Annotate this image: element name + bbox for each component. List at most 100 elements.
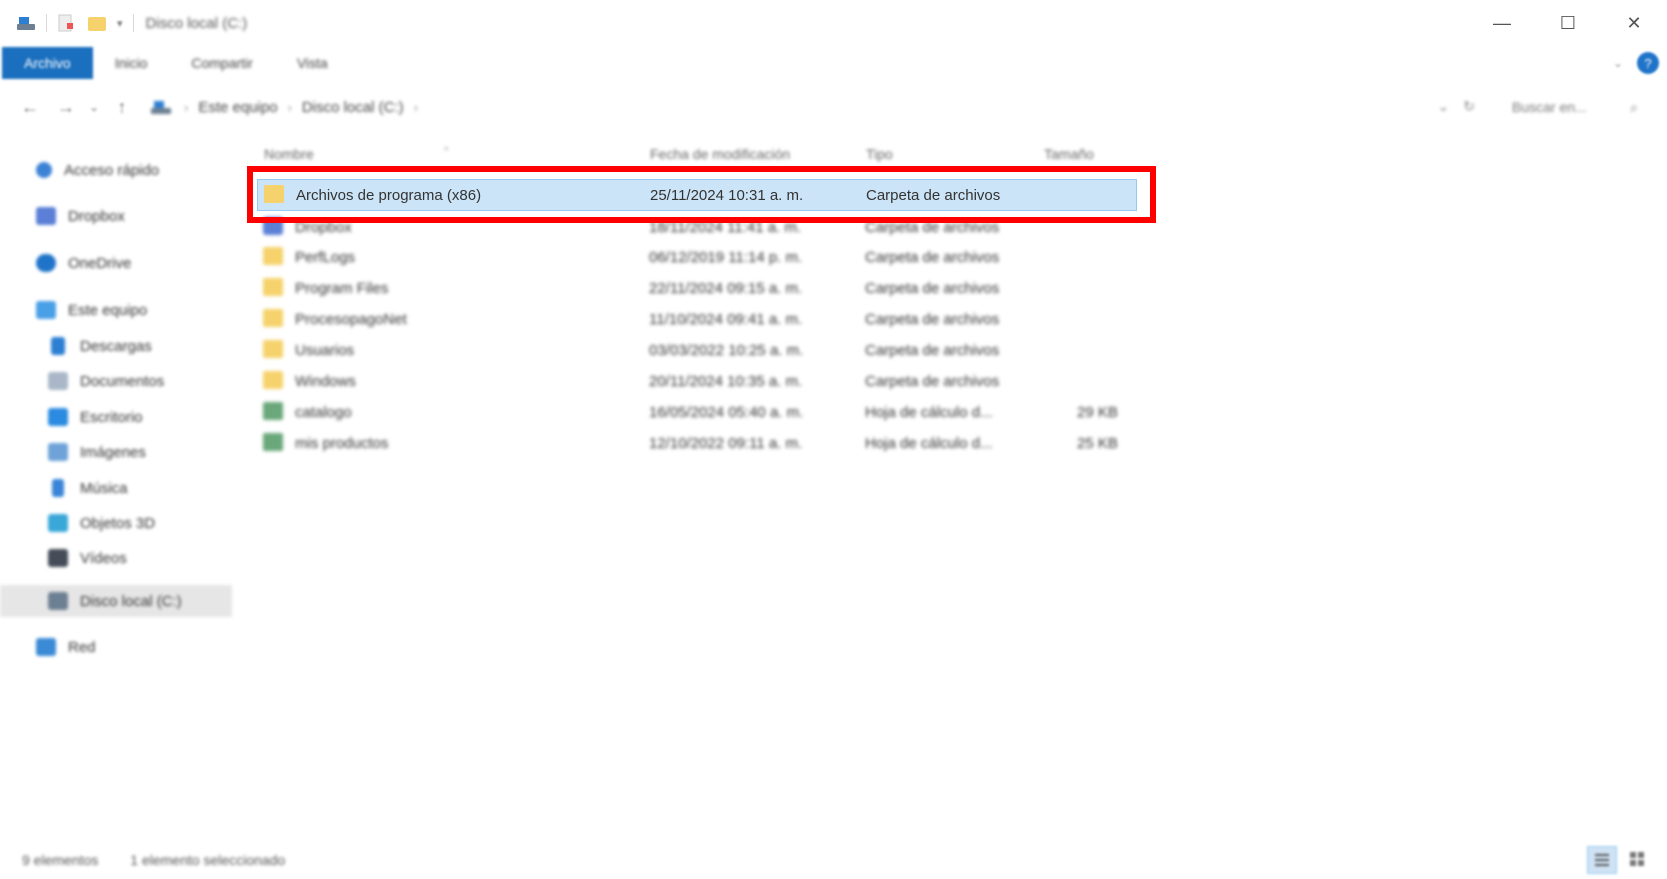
sidebar-item-label: Acceso rápido <box>64 161 160 179</box>
folder-icon <box>264 185 284 203</box>
sidebar-item-label: Música <box>80 479 128 497</box>
column-headers: Nombre ^ Fecha de modificación Tipo Tama… <box>232 140 1132 168</box>
file-type: Carpeta de archivos <box>865 342 1000 359</box>
column-header-tamano[interactable]: Tamaño <box>1044 146 1094 162</box>
table-row[interactable]: catalogo 16/05/2024 05:40 a. m. Hoja de … <box>257 397 1137 427</box>
sidebar-item-label: Vídeos <box>80 549 127 567</box>
view-switcher <box>1587 846 1653 874</box>
video-icon <box>48 549 68 567</box>
document-icon <box>48 372 68 390</box>
sidebar-item-acceso-rapido[interactable]: Acceso rápido <box>36 155 159 185</box>
sidebar-item-label: Descargas <box>80 337 152 355</box>
table-row[interactable]: Program Files 22/11/2024 09:15 a. m. Car… <box>257 273 1137 303</box>
sidebar-item-label: Dropbox <box>68 207 125 225</box>
navigation-pane: Acceso rápido Dropbox OneDrive Este equi… <box>0 155 232 665</box>
item-count: 9 elementos <box>22 851 99 868</box>
file-date: 12/10/2022 09:11 a. m. <box>649 435 803 452</box>
sidebar-item-descargas[interactable]: Descargas <box>48 331 152 361</box>
table-row[interactable]: ProcesopagoNet 11/10/2024 09:41 a. m. Ca… <box>257 304 1137 334</box>
file-type: Carpeta de archivos <box>865 280 1000 297</box>
file-list: Nombre ^ Fecha de modificación Tipo Tama… <box>232 130 1667 830</box>
sidebar-item-label: Red <box>68 638 96 656</box>
file-name: catalogo <box>295 404 352 421</box>
breadcrumb-disco-local[interactable]: Disco local (C:) <box>302 99 404 116</box>
sidebar-item-disco-local[interactable]: Disco local (C:) <box>0 585 232 617</box>
file-type: Carpeta de archivos <box>865 373 1000 390</box>
file-name: Archivos de programa (x86) <box>296 187 482 204</box>
sidebar-item-videos[interactable]: Vídeos <box>48 543 127 573</box>
sidebar-item-este-equipo[interactable]: Este equipo <box>36 295 147 325</box>
drive-icon <box>48 592 68 610</box>
sidebar-item-red[interactable]: Red <box>36 632 96 662</box>
table-row[interactable]: PerfLogs 06/12/2019 11:14 p. m. Carpeta … <box>257 242 1137 272</box>
tab-inicio[interactable]: Inicio <box>93 47 170 79</box>
tab-compartir[interactable]: Compartir <box>169 47 274 79</box>
sidebar-item-documentos[interactable]: Documentos <box>48 366 164 396</box>
sidebar-item-objetos-3d[interactable]: Objetos 3D <box>48 508 155 538</box>
tab-archivo[interactable]: Archivo <box>2 47 93 79</box>
desktop-icon <box>48 408 68 426</box>
search-box[interactable]: Buscar en... ⌕ <box>1500 90 1650 124</box>
sort-indicator-icon: ^ <box>444 146 449 157</box>
sidebar-item-dropbox[interactable]: Dropbox <box>36 201 125 231</box>
expand-ribbon-icon[interactable]: ⌄ <box>1613 56 1623 70</box>
table-row[interactable]: mis productos 12/10/2022 09:11 a. m. Hoj… <box>257 428 1137 458</box>
file-name: PerfLogs <box>295 249 356 266</box>
customize-toolbar-icon[interactable]: ▾ <box>117 17 123 30</box>
breadcrumb-separator: › <box>413 99 418 115</box>
tab-vista[interactable]: Vista <box>275 47 350 79</box>
title-bar: ▾ Disco local (C:) — ☐ ✕ <box>0 0 1667 46</box>
sidebar-item-escritorio[interactable]: Escritorio <box>48 402 143 432</box>
spreadsheet-icon <box>263 433 283 451</box>
file-date: 06/12/2019 11:14 p. m. <box>649 249 803 266</box>
properties-icon[interactable] <box>57 14 77 32</box>
table-row[interactable]: Dropbox 18/11/2024 11:41 a. m. Carpeta d… <box>257 212 1137 242</box>
file-name: mis productos <box>295 435 389 452</box>
address-dropdown-icon[interactable]: ⌄ <box>1438 98 1450 115</box>
back-button[interactable]: ← <box>12 89 48 125</box>
close-button[interactable]: ✕ <box>1601 0 1667 46</box>
column-header-fecha[interactable]: Fecha de modificación <box>650 146 790 162</box>
network-icon <box>36 638 56 656</box>
up-button[interactable]: ↑ <box>104 89 140 125</box>
toolbar-divider <box>46 14 47 32</box>
folder-icon <box>263 371 283 389</box>
file-name: Windows <box>295 373 356 390</box>
pictures-icon <box>48 443 68 461</box>
address-bar[interactable]: › Este equipo › Disco local (C:) › ⌄ ↻ <box>150 90 1475 124</box>
search-input[interactable]: Buscar en... <box>1512 99 1587 115</box>
sidebar-item-onedrive[interactable]: OneDrive <box>36 248 131 278</box>
sidebar-item-musica[interactable]: Música <box>48 473 128 503</box>
download-icon <box>51 337 65 355</box>
breadcrumb-separator: › <box>287 99 292 115</box>
table-row[interactable]: Usuarios 03/03/2022 10:25 a. m. Carpeta … <box>257 335 1137 365</box>
recent-locations-button[interactable]: ⌄ <box>84 89 104 125</box>
drive-icon[interactable] <box>16 14 36 32</box>
help-icon[interactable]: ? <box>1637 52 1659 74</box>
window-title: Disco local (C:) <box>145 14 248 32</box>
refresh-icon[interactable]: ↻ <box>1463 98 1475 115</box>
sidebar-item-label: Este equipo <box>68 301 148 319</box>
sidebar-item-label: Objetos 3D <box>80 514 156 532</box>
table-row[interactable]: Archivos de programa (x86) 25/11/2024 10… <box>257 179 1137 211</box>
file-date: 25/11/2024 10:31 a. m. <box>650 187 804 204</box>
forward-button[interactable]: → <box>48 89 84 125</box>
table-row[interactable]: Windows 20/11/2024 10:35 a. m. Carpeta d… <box>257 366 1137 396</box>
minimize-button[interactable]: — <box>1469 0 1535 46</box>
sidebar-item-imagenes[interactable]: Imágenes <box>48 437 146 467</box>
sidebar-item-label: Escritorio <box>80 408 143 426</box>
column-header-nombre[interactable]: Nombre <box>264 146 314 162</box>
breadcrumb-este-equipo[interactable]: Este equipo <box>198 99 277 116</box>
file-size: 29 KB <box>1077 404 1118 421</box>
file-date: 20/11/2024 10:35 a. m. <box>649 373 803 390</box>
ribbon-tabs: Archivo Inicio Compartir Vista <box>0 46 1667 80</box>
sidebar-item-label: OneDrive <box>68 254 132 272</box>
file-date: 03/03/2022 10:25 a. m. <box>649 342 804 359</box>
quick-access-toolbar: ▾ <box>0 14 134 32</box>
maximize-button[interactable]: ☐ <box>1535 0 1601 46</box>
column-header-tipo[interactable]: Tipo <box>866 146 893 162</box>
file-date: 18/11/2024 11:41 a. m. <box>649 219 802 236</box>
new-folder-icon[interactable] <box>87 14 107 32</box>
large-icons-view-icon[interactable] <box>1623 846 1653 874</box>
details-view-icon[interactable] <box>1587 846 1617 874</box>
